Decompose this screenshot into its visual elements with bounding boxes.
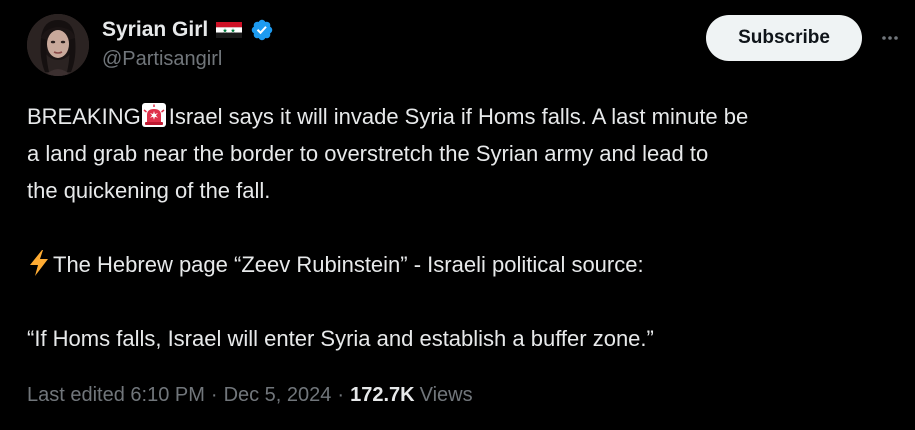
author-name-row: Syrian Girl — [102, 15, 274, 45]
more-options-button[interactable] — [876, 24, 904, 52]
tweet-text: BREAKING Israel says it will invade Syri… — [27, 98, 915, 357]
more-horizontal-icon — [882, 36, 898, 40]
separator-dot: · — [337, 384, 345, 406]
subscribe-button[interactable]: Subscribe — [706, 15, 862, 61]
tweet-line-1: BREAKING Israel says it will invade Syri… — [27, 98, 915, 135]
tweet-line-1-text: Israel says it will invade Syria if Homs… — [168, 104, 749, 129]
tweet-line-2: a land grab near the border to overstret… — [27, 141, 709, 166]
tweet-card: Syrian Girl @Partisangirl Subscribe BREA… — [0, 0, 915, 430]
tweet-meta: Last edited 6:10 PM · Dec 5, 2024 · 172.… — [27, 384, 473, 407]
views-label: Views — [419, 384, 473, 406]
lightning-icon — [27, 249, 51, 277]
tweet-line-4-text: The Hebrew page “Zeev Rubinstein” - Isra… — [53, 252, 644, 277]
syria-flag-icon — [216, 22, 243, 38]
avatar[interactable] — [27, 14, 89, 76]
breaking-label: BREAKING — [27, 104, 141, 129]
siren-icon — [141, 102, 167, 128]
separator-dot: · — [210, 384, 218, 406]
author-display-name[interactable]: Syrian Girl — [102, 18, 208, 42]
tweet-line-4: The Hebrew page “Zeev Rubinstein” - Isra… — [27, 246, 915, 283]
last-edited-time[interactable]: Last edited 6:10 PM — [27, 384, 205, 407]
verified-badge-icon — [250, 18, 274, 42]
tweet-line-3: the quickening of the fall. — [27, 178, 271, 203]
post-date[interactable]: Dec 5, 2024 — [224, 384, 332, 407]
tweet-line-5: “If Homs falls, Israel will enter Syria … — [27, 326, 654, 351]
views-count: 172.7K — [350, 384, 415, 406]
author-handle[interactable]: @Partisangirl — [102, 48, 222, 71]
